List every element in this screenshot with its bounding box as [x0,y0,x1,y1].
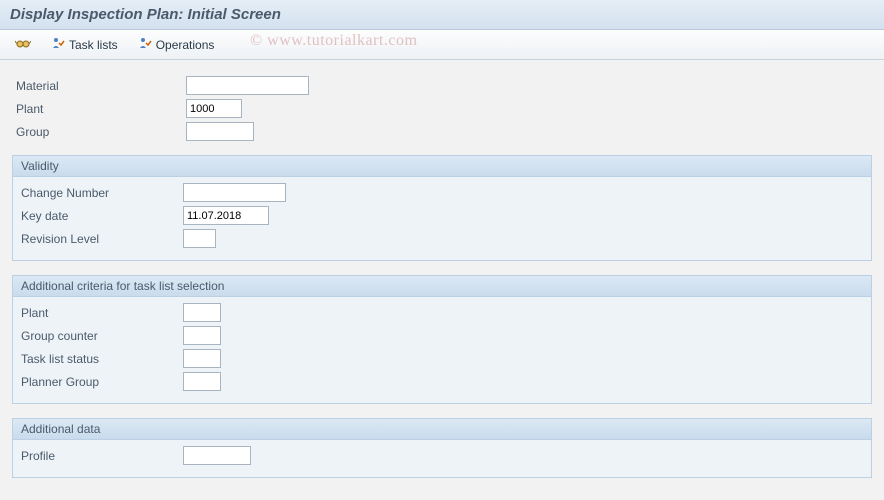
group-counter-label: Group counter [21,329,183,343]
watermark-text: © www.tutorialkart.com [250,32,417,50]
planner-group-input[interactable] [183,372,221,391]
change-number-row: Change Number [21,183,863,202]
planner-group-label: Planner Group [21,375,183,389]
task-lists-button[interactable]: Task lists [44,33,125,56]
additional-data-title: Additional data [13,419,871,440]
additional-criteria-group: Additional criteria for task list select… [12,275,872,404]
revision-level-input[interactable] [183,229,216,248]
key-date-input[interactable] [183,206,269,225]
criteria-plant-row: Plant [21,303,863,322]
material-row: Material [16,76,868,95]
operations-label: Operations [156,38,215,52]
task-list-status-label: Task list status [21,352,183,366]
task-list-status-row: Task list status [21,349,863,368]
page-title: Display Inspection Plan: Initial Screen [10,6,874,23]
profile-label: Profile [21,449,183,463]
material-input[interactable] [186,76,309,95]
criteria-plant-label: Plant [21,306,183,320]
plant-label: Plant [16,102,186,116]
revision-level-label: Revision Level [21,232,183,246]
main-area: Material Plant Group Validity Change Num… [0,60,884,488]
group-row: Group [16,122,868,141]
group-input[interactable] [186,122,254,141]
glasses-button[interactable] [8,33,38,56]
task-lists-label: Task lists [69,38,118,52]
plant-input[interactable] [186,99,242,118]
group-counter-row: Group counter [21,326,863,345]
planner-group-row: Planner Group [21,372,863,391]
task-list-status-input[interactable] [183,349,221,368]
person-check-icon [138,36,152,53]
title-bar: Display Inspection Plan: Initial Screen [0,0,884,30]
plant-row: Plant [16,99,868,118]
validity-title: Validity [13,156,871,177]
validity-group: Validity Change Number Key date Revision… [12,155,872,261]
key-date-row: Key date [21,206,863,225]
group-counter-input[interactable] [183,326,221,345]
revision-level-row: Revision Level [21,229,863,248]
toolbar: Task lists Operations © www.tutorialkart… [0,30,884,60]
change-number-input[interactable] [183,183,286,202]
criteria-plant-input[interactable] [183,303,221,322]
person-check-icon [51,36,65,53]
material-label: Material [16,79,186,93]
operations-button[interactable]: Operations [131,33,222,56]
profile-input[interactable] [183,446,251,465]
additional-data-group: Additional data Profile [12,418,872,478]
additional-criteria-title: Additional criteria for task list select… [13,276,871,297]
top-fields: Material Plant Group [12,70,872,141]
profile-row: Profile [21,446,863,465]
change-number-label: Change Number [21,186,183,200]
glasses-icon [15,36,31,53]
group-label: Group [16,125,186,139]
key-date-label: Key date [21,209,183,223]
